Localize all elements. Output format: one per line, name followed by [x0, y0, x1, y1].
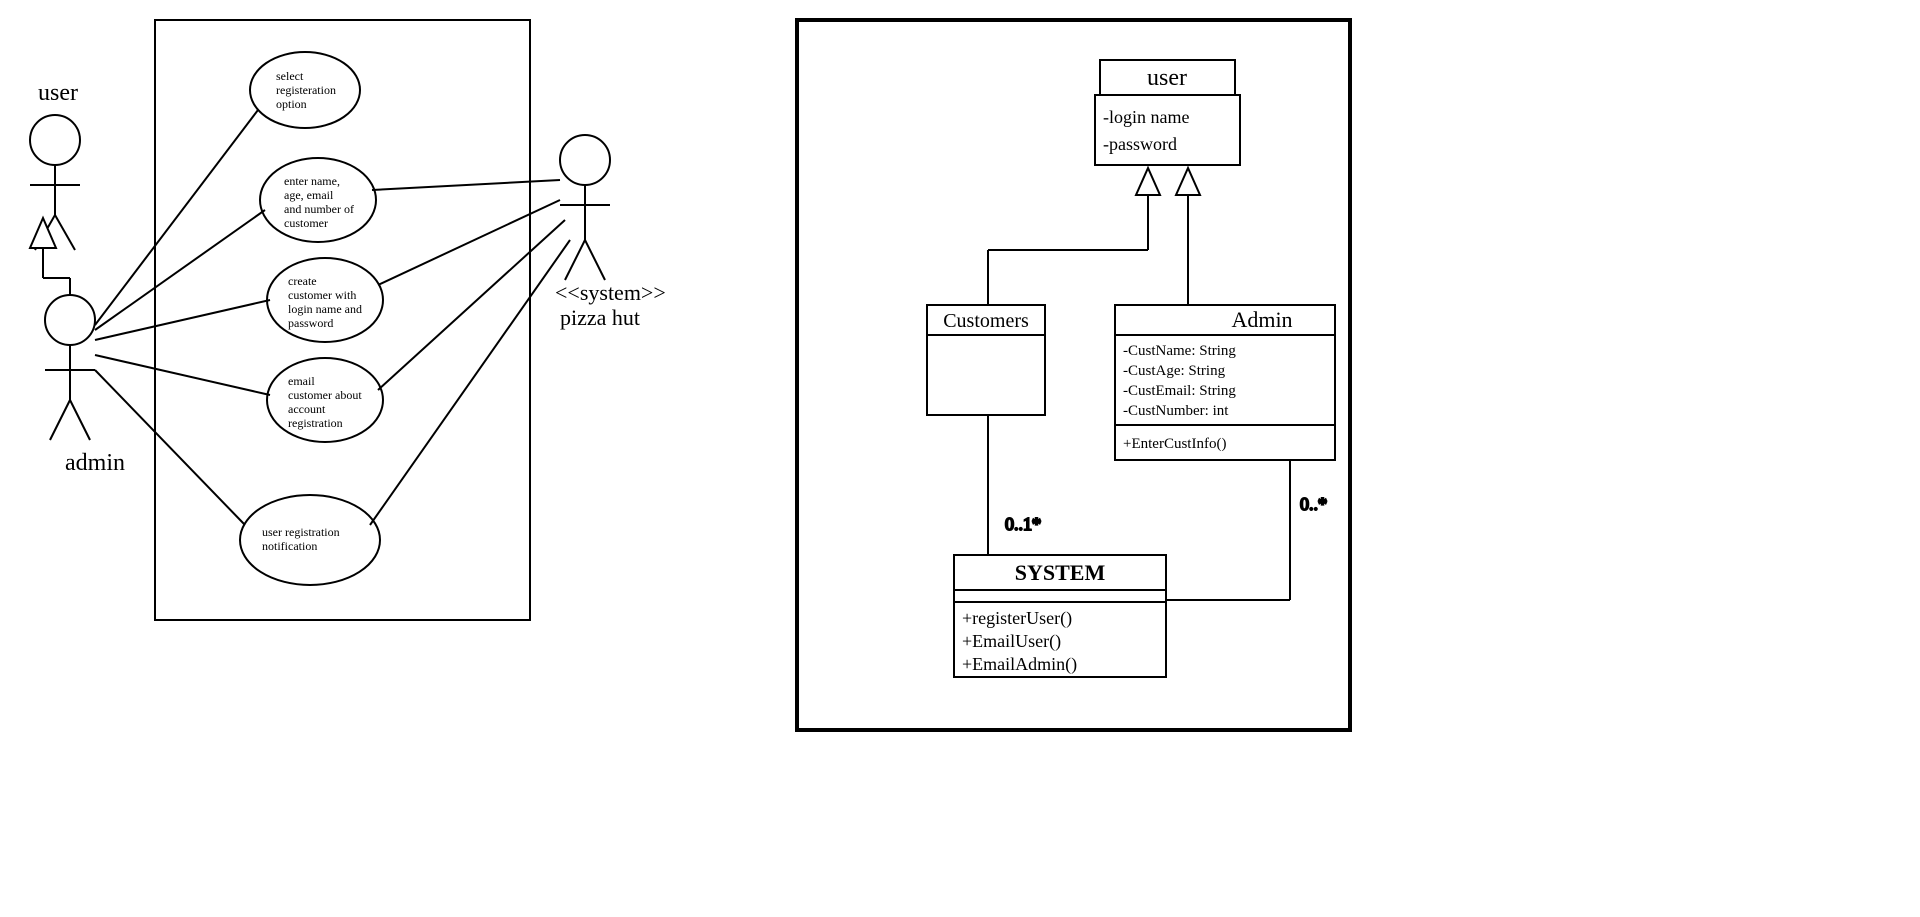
svg-text:customer with: customer with — [288, 288, 356, 302]
svg-text:customer: customer — [284, 216, 328, 230]
class-user: user -login name -password — [1095, 60, 1240, 165]
system-associations — [370, 180, 570, 525]
svg-text:<<system>>: <<system>> — [555, 280, 666, 305]
usecase-enter-customer-info: enter name, age, email and number of cus… — [260, 158, 376, 242]
usecase-email-customer: email customer about account registratio… — [267, 358, 383, 442]
svg-text:login name and: login name and — [288, 302, 362, 316]
svg-text:0..1*: 0..1* — [1005, 514, 1041, 534]
svg-text:admin: admin — [65, 450, 125, 476]
svg-text:user registration: user registration — [262, 525, 340, 539]
assoc-admin-system: 0..* — [1166, 460, 1327, 600]
svg-text:enter name,: enter name, — [284, 174, 340, 188]
use-case-diagram: user admin — [30, 20, 666, 620]
svg-text:+EmailUser(): +EmailUser() — [962, 631, 1061, 652]
class-admin: Admin -CustName: String -CustAge: String… — [1115, 305, 1335, 460]
svg-text:SYSTEM: SYSTEM — [1015, 560, 1106, 585]
assoc-customers-system: 0..1* — [988, 415, 1041, 555]
svg-text:0..*: 0..* — [1300, 494, 1327, 514]
actor-admin: admin — [45, 295, 125, 476]
diagram-canvas: user admin — [0, 0, 1920, 917]
svg-text:-CustEmail: String: -CustEmail: String — [1123, 383, 1236, 399]
generalization-admin — [1176, 168, 1200, 305]
usecase-registration-notification: user registration notification — [240, 495, 380, 585]
svg-text:customer about: customer about — [288, 388, 362, 402]
svg-text:user: user — [1147, 65, 1187, 91]
svg-text:create: create — [288, 274, 317, 288]
svg-text:email: email — [288, 374, 315, 388]
svg-text:select: select — [276, 69, 304, 83]
svg-text:age, email: age, email — [284, 188, 334, 202]
svg-text:-password: -password — [1103, 134, 1177, 154]
svg-text:registeration: registeration — [276, 83, 336, 97]
svg-text:option: option — [276, 97, 307, 111]
svg-text:user: user — [38, 80, 78, 106]
actor-system-pizza-hut: <<system>> pizza hut — [555, 135, 666, 330]
svg-text:and number of: and number of — [284, 202, 354, 216]
class-system: SYSTEM +registerUser() +EmailUser() +Ema… — [954, 555, 1166, 677]
svg-text:account: account — [288, 402, 326, 416]
generalization-customers — [988, 168, 1160, 305]
actor-user: user — [30, 80, 80, 250]
usecase-select-registration: select registeration option — [250, 52, 360, 128]
svg-text:pizza hut: pizza hut — [560, 305, 640, 330]
svg-text:+EmailAdmin(): +EmailAdmin() — [962, 654, 1077, 675]
svg-text:-login name: -login name — [1103, 107, 1189, 127]
class-customers: Customers — [927, 305, 1045, 415]
svg-text:registration: registration — [288, 416, 343, 430]
svg-text:+EnterCustInfo(): +EnterCustInfo() — [1123, 436, 1226, 452]
svg-text:-CustAge: String: -CustAge: String — [1123, 363, 1226, 379]
class-diagram: user -login name -password Customers Adm… — [797, 20, 1350, 730]
svg-text:Customers: Customers — [943, 310, 1029, 332]
svg-text:-CustName: String: -CustName: String — [1123, 343, 1236, 359]
svg-text:Admin: Admin — [1231, 307, 1292, 332]
svg-text:password: password — [288, 316, 333, 330]
usecase-create-customer: create customer with login name and pass… — [267, 258, 383, 342]
svg-text:+registerUser(): +registerUser() — [962, 608, 1072, 629]
svg-text:-CustNumber: int: -CustNumber: int — [1123, 403, 1229, 419]
svg-text:notification: notification — [262, 539, 317, 553]
